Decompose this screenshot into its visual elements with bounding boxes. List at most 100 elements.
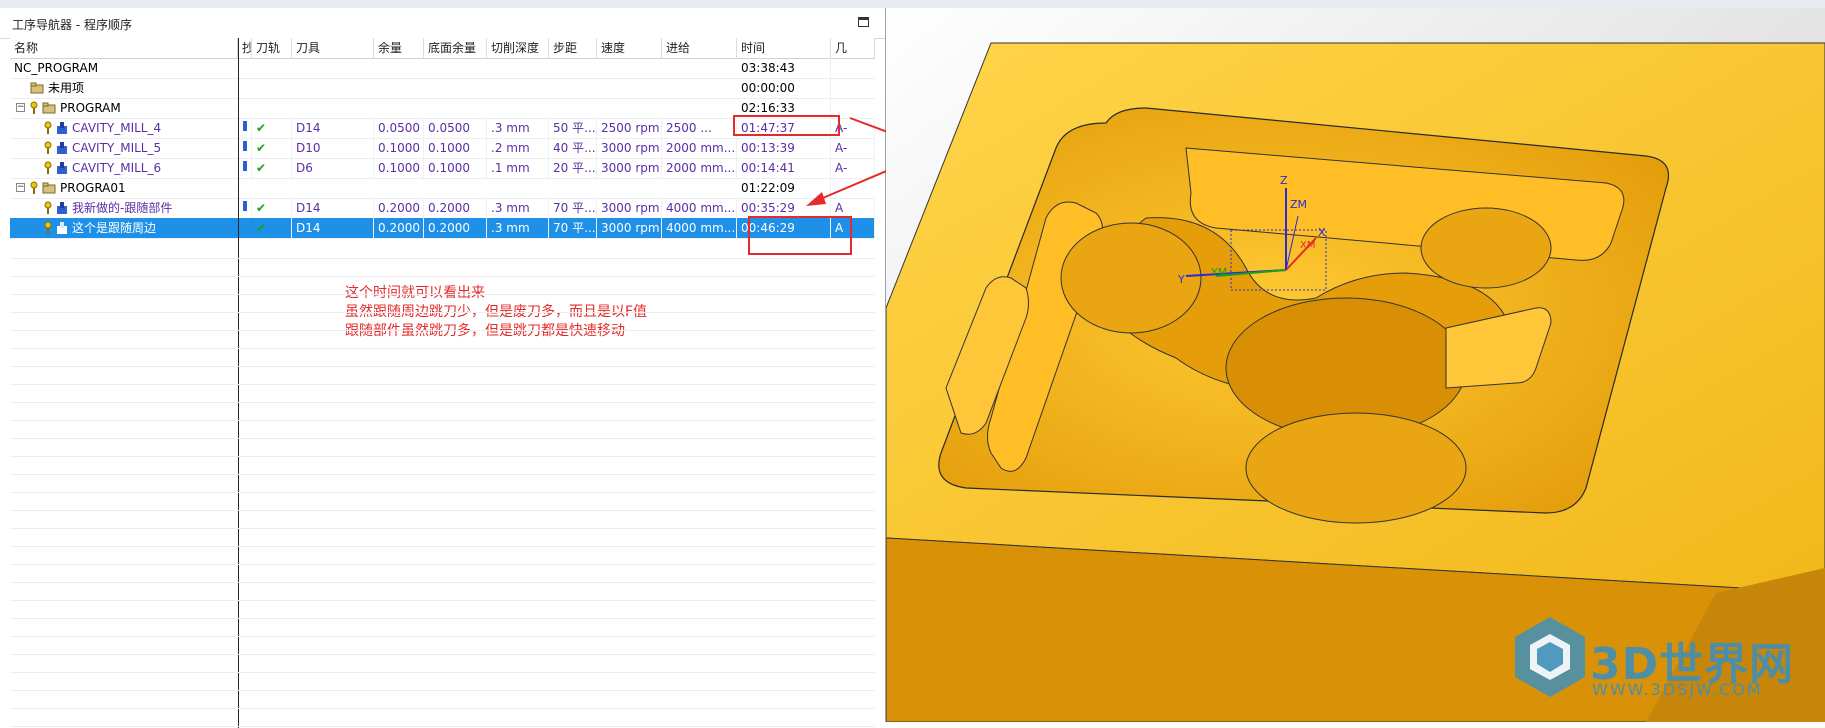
- row-name: NC_PROGRAM: [14, 61, 99, 75]
- program-folder-icon: [42, 182, 56, 197]
- row-tool: D14: [292, 118, 374, 138]
- cavity-mill-icon: [55, 161, 69, 178]
- axis-label-y: Y: [1177, 273, 1185, 286]
- tree-row-follow-part[interactable]: 我新做的-跟随部件 ✔ D14 0.2000 0.2000 .3 mm 70 平…: [10, 198, 875, 219]
- row-name: CAVITY_MILL_6: [72, 161, 162, 175]
- row-feed: 2000 mm...: [662, 138, 737, 158]
- row-name: CAVITY_MILL_5: [72, 141, 162, 155]
- row-tool: D14: [292, 198, 374, 218]
- part-model: Z ZM Y YM X XM: [886, 8, 1825, 722]
- panel-title: 工序导航器 - 程序顺序: [12, 18, 132, 32]
- col-cut-depth[interactable]: 切削深度: [487, 38, 549, 58]
- row-floor-stock: 0.2000: [424, 198, 487, 218]
- status-key-icon: [30, 101, 38, 118]
- col-stepover[interactable]: 步距: [549, 38, 597, 58]
- row-floor-stock: 0.0500: [424, 118, 487, 138]
- row-speed: 3000 rpm: [597, 158, 662, 178]
- row-speed: 3000 rpm: [597, 218, 662, 238]
- row-stepover: 40 平...: [549, 138, 597, 158]
- cavity-mill-icon: [55, 201, 69, 218]
- collapse-icon[interactable]: −: [16, 183, 25, 192]
- status-key-icon: [30, 181, 38, 198]
- cavity-mill-icon: [55, 141, 69, 158]
- tree-row-cavity-mill-6[interactable]: CAVITY_MILL_6 ✔ D6 0.1000 0.1000 .1 mm 2…: [10, 158, 875, 179]
- row-name: 这个是跟随周边: [72, 221, 157, 235]
- col-tool[interactable]: 刀具: [292, 38, 374, 58]
- collapse-icon[interactable]: −: [16, 103, 25, 112]
- column-header-row: 名称 抄 刀轨 刀具 余量 底面余量 切削深度 步距 速度 进给 时间 几: [10, 38, 875, 59]
- row-time: 00:13:39: [737, 138, 831, 158]
- empty-row: [10, 706, 875, 727]
- row-depth: .3 mm: [487, 198, 549, 218]
- axis-label-ym: YM: [1210, 266, 1227, 279]
- col-stock[interactable]: 余量: [374, 38, 424, 58]
- tree-row-nc-program[interactable]: NC_PROGRAM 03:38:43: [10, 58, 875, 79]
- row-stock: 0.1000: [374, 138, 424, 158]
- row-time: 01:22:09: [737, 178, 831, 198]
- toolpath-check-icon: ✔: [252, 218, 292, 238]
- program-folder-icon: [42, 102, 56, 117]
- col-geometry[interactable]: 几: [831, 38, 875, 58]
- status-key-icon: [44, 141, 52, 158]
- row-tool: D10: [292, 138, 374, 158]
- row-floor-stock: 0.1000: [424, 158, 487, 178]
- row-stock: 0.1000: [374, 158, 424, 178]
- status-key-icon: [44, 161, 52, 178]
- col-name[interactable]: 名称: [10, 38, 238, 58]
- axis-label-z: Z: [1280, 174, 1288, 187]
- col-sync[interactable]: 抄: [238, 38, 252, 58]
- row-geometry: A-: [831, 158, 875, 178]
- row-geometry: A-: [831, 138, 875, 158]
- row-stepover: 70 平...: [549, 218, 597, 238]
- col-time[interactable]: 时间: [737, 38, 831, 58]
- row-stepover: 70 平...: [549, 198, 597, 218]
- tree-row-follow-periphery[interactable]: 这个是跟随周边 ✔ D14 0.2000 0.2000 .3 mm 70 平..…: [10, 218, 875, 239]
- row-feed: 4000 mm...: [662, 218, 737, 238]
- maximize-icon[interactable]: [858, 17, 869, 27]
- row-feed: 2500 ...: [662, 118, 737, 138]
- row-time: 00:00:00: [737, 78, 831, 98]
- axis-label-zm: ZM: [1290, 198, 1307, 211]
- cavity-mill-icon: [55, 121, 69, 138]
- folder-icon: [30, 82, 44, 97]
- watermark-url: WWW.3DSJW.COM: [1592, 680, 1763, 699]
- axis-label-x: X: [1318, 226, 1326, 239]
- row-stepover: 50 平...: [549, 118, 597, 138]
- row-depth: .3 mm: [487, 218, 549, 238]
- row-tool: D6: [292, 158, 374, 178]
- operation-navigator-panel: 工序导航器 - 程序顺序 名称 抄 刀轨 刀具 余量 底面余量 切削深度 步距 …: [0, 8, 886, 728]
- row-name: 未用项: [48, 81, 85, 95]
- col-toolpath[interactable]: 刀轨: [252, 38, 292, 58]
- row-name: CAVITY_MILL_4: [72, 121, 162, 135]
- row-geometry: A: [831, 198, 875, 218]
- row-depth: .2 mm: [487, 138, 549, 158]
- row-tool: D14: [292, 218, 374, 238]
- row-speed: 3000 rpm: [597, 138, 662, 158]
- tree-row-unused[interactable]: 未用项 00:00:00: [10, 78, 875, 99]
- axis-label-xm: XM: [1300, 240, 1315, 251]
- row-floor-stock: 0.2000: [424, 218, 487, 238]
- row-stock: 0.2000: [374, 218, 424, 238]
- panel-title-bar: 工序导航器 - 程序顺序: [0, 8, 885, 39]
- row-stock: 0.0500: [374, 118, 424, 138]
- row-speed: 3000 rpm: [597, 198, 662, 218]
- col-feed[interactable]: 进给: [662, 38, 737, 58]
- row-depth: .1 mm: [487, 158, 549, 178]
- row-stock: 0.2000: [374, 198, 424, 218]
- cavity-mill-icon: [55, 221, 69, 238]
- col-floor-stock[interactable]: 底面余量: [424, 38, 487, 58]
- tree-row-progra01[interactable]: − PROGRA01 01:22:09: [10, 178, 875, 199]
- toolpath-check-icon: ✔: [252, 118, 292, 138]
- toolpath-check-icon: ✔: [252, 158, 292, 178]
- row-feed: 2000 mm...: [662, 158, 737, 178]
- row-time: 00:14:41: [737, 158, 831, 178]
- graphics-3d-view[interactable]: Z ZM Y YM X XM: [886, 8, 1825, 722]
- row-depth: .3 mm: [487, 118, 549, 138]
- tree-row-cavity-mill-5[interactable]: CAVITY_MILL_5 ✔ D10 0.1000 0.1000 .2 mm …: [10, 138, 875, 159]
- status-key-icon: [44, 121, 52, 138]
- col-speed[interactable]: 速度: [597, 38, 662, 58]
- sync-icon: [238, 158, 252, 178]
- status-key-icon: [44, 221, 52, 238]
- row-floor-stock: 0.1000: [424, 138, 487, 158]
- row-time: 00:35:29: [737, 198, 831, 218]
